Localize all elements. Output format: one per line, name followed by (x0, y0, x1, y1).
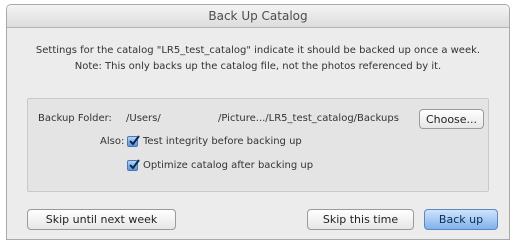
choose-folder-button[interactable]: Choose... (419, 109, 484, 129)
also-label: Also: (100, 136, 125, 147)
skip-until-next-week-button[interactable]: Skip until next week (27, 209, 176, 230)
description-line-2: Note: This only backs up the catalog fil… (74, 61, 442, 72)
dialog-title: Back Up Catalog (7, 5, 509, 28)
description-line-1: Settings for the catalog "LR5_test_catal… (35, 45, 481, 56)
test-integrity-checkbox[interactable] (127, 135, 140, 147)
backup-folder-label: Backup Folder: (38, 113, 112, 124)
dialog-description: Settings for the catalog "LR5_test_catal… (7, 43, 509, 75)
backup-folder-path-start: /Users/ (126, 113, 161, 124)
backup-dialog: Back Up Catalog Settings for the catalog… (6, 4, 510, 240)
test-integrity-option[interactable]: Test integrity before backing up (127, 135, 302, 147)
optimize-catalog-option[interactable]: Optimize catalog after backing up (127, 159, 314, 171)
skip-this-time-button[interactable]: Skip this time (307, 209, 414, 230)
checkmark-icon (129, 135, 140, 146)
test-integrity-label: Test integrity before backing up (143, 136, 302, 147)
optimize-catalog-checkbox[interactable] (127, 159, 140, 171)
checkmark-icon (129, 159, 140, 170)
settings-panel: Backup Folder: /Users/ /Picture.../LR5_t… (27, 98, 489, 192)
back-up-button[interactable]: Back up (424, 209, 498, 230)
backup-folder-path-end: /Picture.../LR5_test_catalog/Backups (218, 113, 399, 124)
optimize-catalog-label: Optimize catalog after backing up (143, 160, 314, 171)
